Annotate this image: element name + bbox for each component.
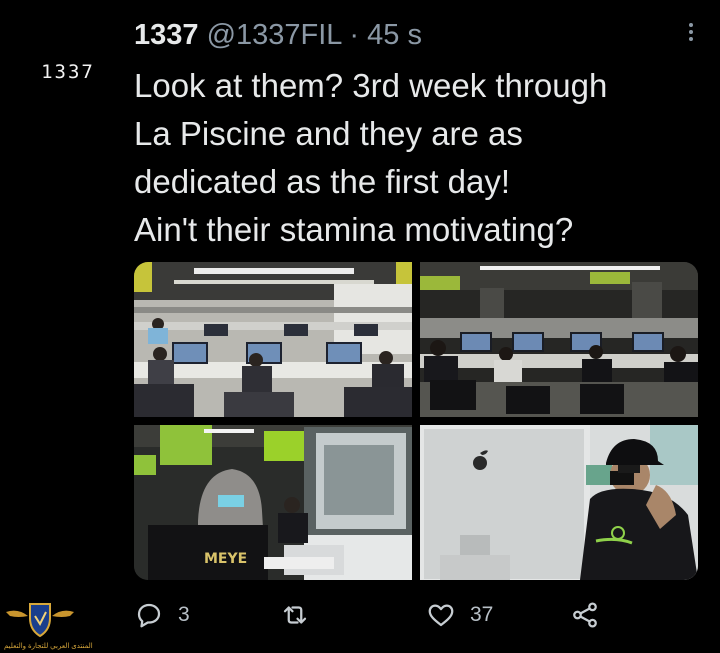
tweet-header: 1337 @1337FIL · 45 s xyxy=(134,16,422,54)
student-with-cap-at-imac-photo[interactable] xyxy=(420,425,698,580)
share-button[interactable] xyxy=(570,597,614,633)
avatar[interactable]: 1337 xyxy=(28,52,108,92)
tweet-text-line: dedicated as the first day! xyxy=(134,163,511,200)
tweet-actions: 3 37 xyxy=(134,597,604,633)
reply-button[interactable]: 3 xyxy=(134,597,190,633)
shirt-text: MEYE xyxy=(204,551,247,567)
like-button[interactable]: 37 xyxy=(426,597,493,633)
shield-wings-logo-icon xyxy=(6,603,74,638)
tweet-text-line: Ain't their stamina motivating? xyxy=(134,211,574,248)
watermark-text: المنتدى العربي للتجارة والتعليم xyxy=(4,643,93,650)
students-at-computers-photo[interactable] xyxy=(420,262,698,417)
reply-icon xyxy=(137,603,161,628)
classroom-rows-photo[interactable] xyxy=(134,262,412,417)
separator-dot: · xyxy=(349,19,360,51)
like-count: 37 xyxy=(470,603,494,626)
reply-count: 3 xyxy=(178,603,190,626)
media-grid: MEYE xyxy=(134,262,698,580)
share-icon xyxy=(573,602,597,628)
handle[interactable]: @1337FIL xyxy=(207,19,342,51)
retweet-icon xyxy=(283,606,307,624)
retweet-button[interactable] xyxy=(280,597,324,633)
more-options-icon[interactable] xyxy=(684,20,698,52)
heart-icon xyxy=(428,604,454,627)
avatar-logo-text: 1337 xyxy=(41,61,95,83)
timestamp[interactable]: 45 s xyxy=(367,19,422,51)
masked-student-with-headscarf-photo[interactable]: MEYE xyxy=(134,425,412,580)
forum-watermark: المنتدى العربي للتجارة والتعليم xyxy=(4,598,93,650)
display-name[interactable]: 1337 xyxy=(134,19,199,51)
tweet-text-line: Look at them? 3rd week through xyxy=(134,67,608,104)
tweet-text-line: La Piscine and they are as xyxy=(134,115,523,152)
tweet-text: Look at them? 3rd week through La Piscin… xyxy=(134,62,694,254)
